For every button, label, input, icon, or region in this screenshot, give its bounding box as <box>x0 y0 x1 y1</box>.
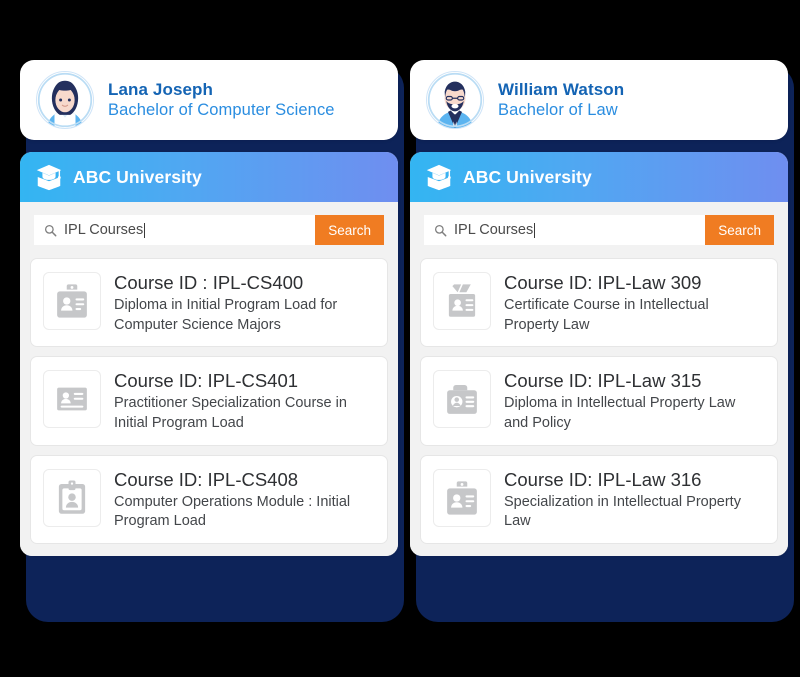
course-description: Practitioner Specialization Course in In… <box>114 395 347 431</box>
search-input[interactable]: IPL Courses <box>34 215 316 245</box>
course-id: Course ID: IPL-CS401 <box>114 370 299 392</box>
search-input-value: IPL Courses <box>454 222 534 238</box>
id-card-lines-icon <box>43 370 101 429</box>
search-row: IPL Courses Search <box>410 202 788 258</box>
course-list: Course ID: IPL-Law 309 Certificate Cours… <box>410 258 788 556</box>
text-caret <box>144 222 146 238</box>
profile-degree: Bachelor of Law <box>498 101 618 120</box>
panel-title: ABC University <box>463 166 592 187</box>
course-text: Course ID: IPL-CS401 Practitioner Specia… <box>114 368 364 433</box>
search-icon <box>434 224 447 237</box>
profile-card[interactable]: William Watson Bachelor of Law <box>410 60 788 140</box>
course-card[interactable]: Course ID: IPL-CS408 Computer Operations… <box>30 454 388 544</box>
graduation-cap-book-icon <box>34 162 64 192</box>
university-panel: ABC University IPL Courses Search Course… <box>410 152 788 556</box>
course-description: Diploma in Initial Program Load for Comp… <box>114 297 338 333</box>
course-card[interactable]: Course ID: IPL-CS401 Practitioner Specia… <box>30 356 388 446</box>
course-card[interactable]: Course ID: IPL-Law 316 Specialization in… <box>420 454 778 544</box>
course-description: Certificate Course in Intellectual Prope… <box>504 297 709 333</box>
student-column-right: William Watson Bachelor of Law ABC Unive <box>410 60 788 556</box>
panel-header: ABC University <box>410 152 788 202</box>
course-list: Course ID : IPL-CS400 Diploma in Initial… <box>20 258 398 556</box>
panel-header: ABC University <box>20 152 398 202</box>
course-id: Course ID: IPL-CS408 <box>114 468 299 490</box>
course-card[interactable]: Course ID : IPL-CS400 Diploma in Initial… <box>30 258 388 348</box>
female-student-avatar-icon <box>37 72 93 128</box>
avatar <box>426 71 484 129</box>
id-clipboard-icon <box>43 468 101 527</box>
profile-text: William Watson Bachelor of Law <box>498 80 624 121</box>
profile-card[interactable]: Lana Joseph Bachelor of Computer Science <box>20 60 398 140</box>
profile-text: Lana Joseph Bachelor of Computer Science <box>108 80 335 121</box>
id-badge-icon <box>43 272 101 330</box>
profile-name: William Watson <box>498 79 625 99</box>
text-caret <box>534 222 536 238</box>
course-description: Computer Operations Module : Initial Pro… <box>114 493 351 530</box>
search-button[interactable]: Search <box>705 215 774 245</box>
search-button[interactable]: Search <box>315 215 384 245</box>
graduation-cap-book-icon <box>424 162 454 192</box>
id-badge-icon <box>433 468 491 527</box>
id-card-camera-icon <box>433 370 491 429</box>
student-column-left: Lana Joseph Bachelor of Computer Science <box>20 60 398 556</box>
course-text: Course ID: IPL-Law 309 Certificate Cours… <box>504 270 754 335</box>
course-text: Course ID: IPL-Law 315 Diploma in Intell… <box>504 368 754 433</box>
course-card[interactable]: Course ID: IPL-Law 309 Certificate Cours… <box>420 258 778 348</box>
avatar <box>36 71 94 129</box>
profile-name: Lana Joseph <box>108 79 214 99</box>
search-input[interactable]: IPL Courses <box>424 215 706 245</box>
university-panel: ABC University IPL Courses Search Course… <box>20 152 398 556</box>
course-id: Course ID: IPL-Law 309 <box>504 272 702 293</box>
course-text: Course ID : IPL-CS400 Diploma in Initial… <box>114 270 364 335</box>
profile-degree: Bachelor of Computer Science <box>108 101 335 120</box>
screen-root: Lana Joseph Bachelor of Computer Science <box>0 0 800 677</box>
search-row: IPL Courses Search <box>20 202 398 258</box>
search-icon <box>44 224 57 237</box>
course-text: Course ID: IPL-CS408 Computer Operations… <box>114 467 364 532</box>
course-id: Course ID: IPL-Law 316 <box>504 468 702 490</box>
course-card[interactable]: Course ID: IPL-Law 315 Diploma in Intell… <box>420 356 778 446</box>
course-description: Diploma in Intellectual Property Law and… <box>504 395 736 431</box>
course-text: Course ID: IPL-Law 316 Specialization in… <box>504 467 754 532</box>
search-input-value: IPL Courses <box>64 222 144 238</box>
panel-title: ABC University <box>73 166 202 187</box>
course-description: Specialization in Intellectual Property … <box>504 493 741 530</box>
course-id: Course ID : IPL-CS400 <box>114 272 304 293</box>
course-id: Course ID: IPL-Law 315 <box>504 370 702 392</box>
male-bearded-avatar-icon <box>427 72 483 128</box>
id-card-ribbon-icon <box>433 272 491 330</box>
